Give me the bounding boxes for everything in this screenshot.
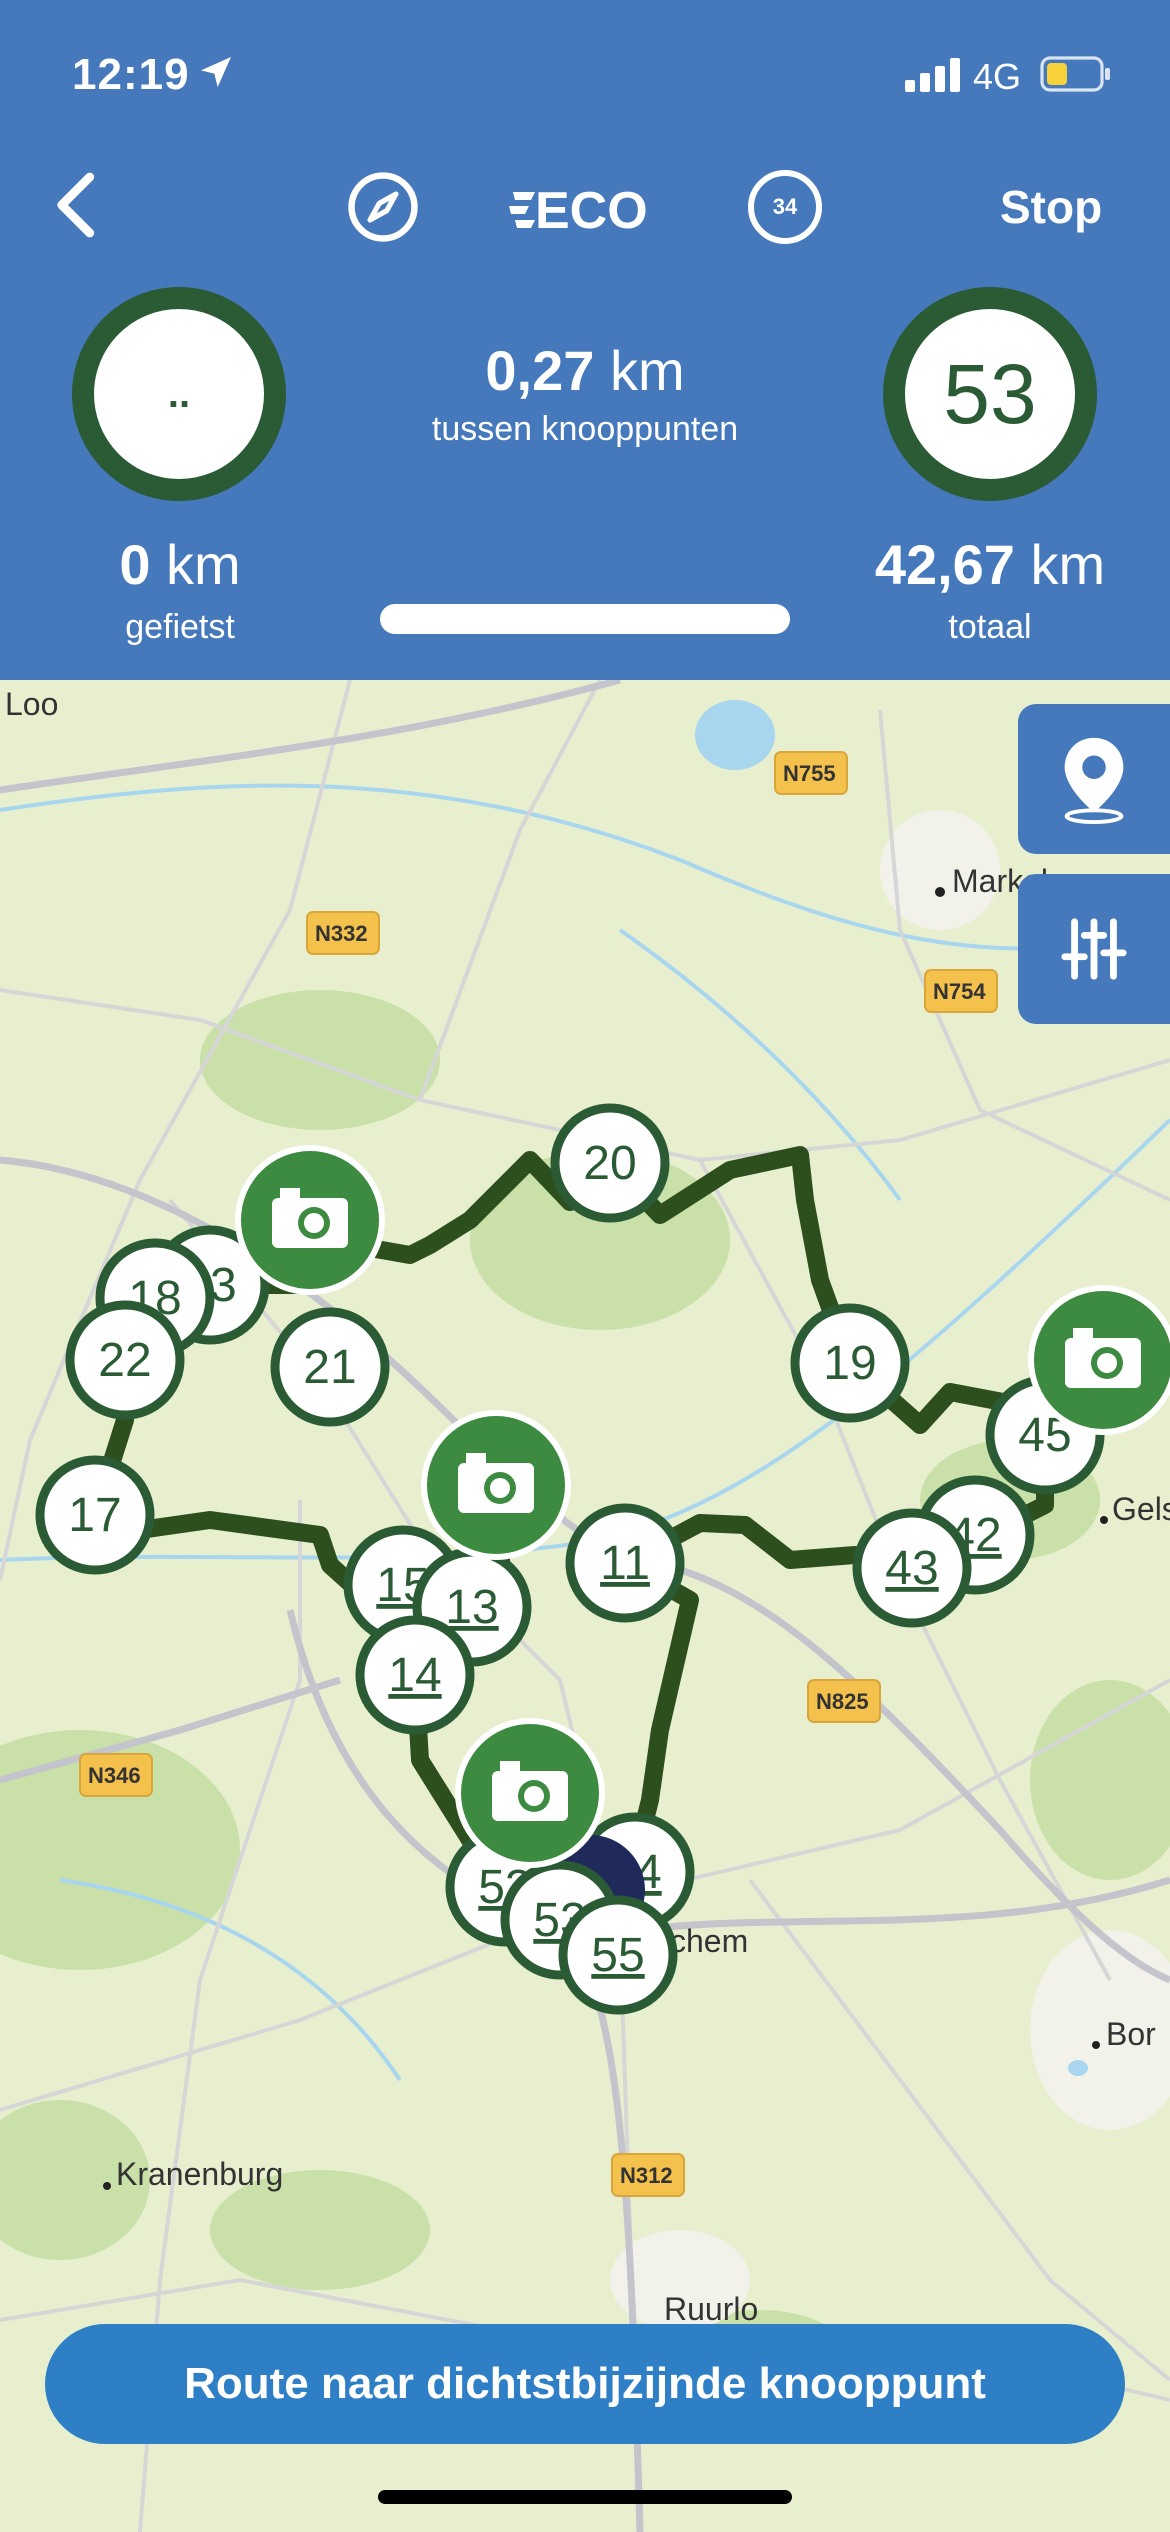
svg-text:21: 21 (303, 1341, 356, 1394)
between-distance: 0,27 km (385, 338, 785, 403)
node-marker-19: 19 (790, 1303, 910, 1423)
cycled-label: gefietst (125, 608, 235, 646)
road-badge: N754 (933, 979, 986, 1004)
location-arrow-icon (201, 57, 231, 87)
road-badge: N346 (88, 1763, 141, 1788)
home-indicator (378, 2490, 792, 2504)
between-km-value: 0,27 (485, 339, 595, 402)
logo-text: ECO (535, 182, 648, 240)
between-label: tussen knooppunten (431, 410, 739, 448)
my-location-button[interactable] (1018, 704, 1170, 854)
total-unit: km (1030, 533, 1106, 596)
svg-text:13: 13 (445, 1581, 498, 1634)
between-km-unit: km (609, 339, 685, 402)
current-node-indicator: .. (72, 287, 286, 501)
node-marker-11: 11 (565, 1503, 685, 1623)
total-distance: 42,67 km (840, 532, 1140, 597)
node-marker-17: 17 (35, 1455, 155, 1575)
current-node-value: .. (167, 371, 191, 416)
status-time: 12:19 (72, 50, 190, 99)
svg-text:14: 14 (388, 1649, 441, 1702)
back-chevron-icon[interactable] (44, 170, 104, 240)
node-marker-20: 20 (550, 1103, 670, 1223)
cycled-distance: 0 km (80, 532, 280, 597)
route-header: 12:19 4G ECO 34 Stop .. 53 0,27 km tusse… (0, 0, 1170, 680)
next-node-value: 53 (943, 346, 1037, 441)
signal-icon (905, 58, 960, 92)
svg-text:11: 11 (600, 1537, 650, 1590)
road-badge: N755 (783, 761, 836, 786)
next-node-indicator: 53 (883, 287, 1097, 501)
status-bar: 12:19 4G (0, 0, 1170, 150)
svg-text:20: 20 (583, 1137, 636, 1190)
battery-icon (1040, 56, 1110, 92)
route-progress-bar (380, 604, 790, 634)
place-label: chem (670, 1923, 748, 1959)
eco-logo: ECO (509, 182, 648, 240)
node-marker-21: 21 (270, 1307, 390, 1427)
place-label: Kranenburg (116, 2156, 283, 2192)
cycled-unit: km (166, 533, 241, 596)
cycled-value: 0 (119, 533, 151, 596)
svg-text:43: 43 (885, 1542, 938, 1595)
total-value: 42,67 (874, 533, 1015, 596)
sliders-icon (1061, 918, 1127, 980)
node-marker-55: 55 (558, 1895, 678, 2015)
svg-text:55: 55 (591, 1929, 644, 1982)
node-counter-badge[interactable]: 34 (748, 170, 822, 244)
svg-text:19: 19 (823, 1337, 876, 1390)
compass-icon[interactable] (346, 170, 420, 244)
total-label: totaal (948, 608, 1032, 646)
map-canvas[interactable]: Loo Markelo Gels chem Bor Kranenburg Ruu… (0, 680, 1170, 2532)
location-pin-icon (1064, 737, 1124, 824)
node-marker-14: 14 (355, 1615, 475, 1735)
map-settings-button[interactable] (1018, 874, 1170, 1024)
road-badge: N312 (620, 2163, 673, 2188)
photo-marker (421, 1410, 571, 1560)
svg-text:22: 22 (98, 1334, 151, 1387)
place-label: Gels (1112, 1491, 1170, 1527)
stop-button[interactable]: Stop (1000, 180, 1102, 234)
place-label: Bor (1106, 2016, 1156, 2052)
place-label: Loo (5, 686, 58, 722)
route-to-nearest-node-button[interactable]: Route naar dichtstbijzijnde knooppunt (45, 2324, 1125, 2444)
route-map[interactable]: Loo Markelo Gels chem Bor Kranenburg Ruu… (0, 680, 1170, 2532)
photo-marker (235, 1145, 385, 1295)
road-badge: N332 (315, 921, 368, 946)
node-marker-43: 43 (852, 1508, 972, 1628)
network-type: 4G (973, 56, 1022, 97)
svg-text:17: 17 (68, 1489, 121, 1542)
place-label: Ruurlo (664, 2291, 758, 2327)
photo-marker (1028, 1285, 1170, 1435)
node-marker-18: 22 (65, 1300, 185, 1420)
photo-marker (455, 1718, 605, 1868)
road-badge: N825 (816, 1689, 869, 1714)
